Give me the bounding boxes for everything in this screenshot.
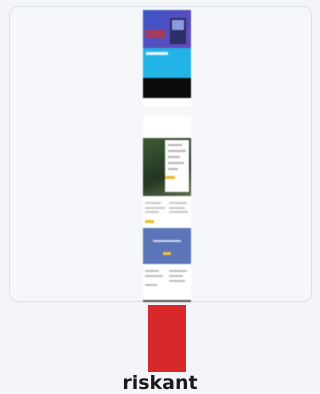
thumb-blue-section xyxy=(143,228,191,264)
risk-indicator-bar xyxy=(148,305,186,372)
thumb-hero-section xyxy=(143,10,191,48)
thumb-dark-section xyxy=(143,78,191,98)
thumb-photo-section xyxy=(143,138,191,196)
thumb-cyan-section xyxy=(143,48,191,78)
thumb-text-section xyxy=(143,198,191,228)
thumb-bottom-section xyxy=(143,266,191,300)
thumb-light-section xyxy=(143,106,191,116)
website-screenshot-thumbnail[interactable] xyxy=(143,10,191,302)
thumb-footer-line xyxy=(143,300,191,302)
risk-label: riskant xyxy=(122,372,198,394)
